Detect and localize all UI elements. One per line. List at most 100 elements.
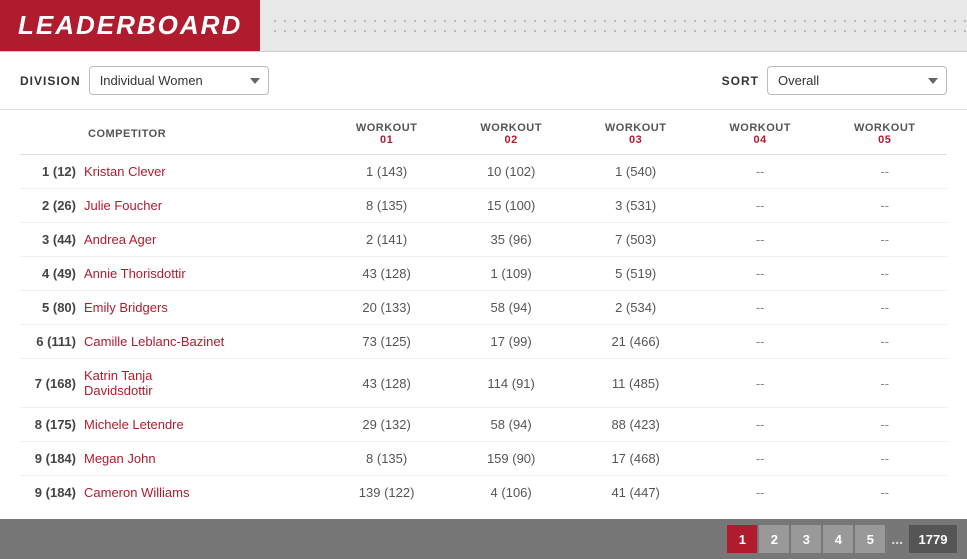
w03-cell: 2 (534) (573, 291, 698, 325)
division-select[interactable]: Individual Women Individual Men Team (89, 66, 269, 95)
w03-cell: 21 (466) (573, 325, 698, 359)
sort-label: SORT (722, 74, 759, 88)
w05-cell: -- (822, 325, 947, 359)
w03-cell: 3 (531) (573, 189, 698, 223)
th-w05: WORKOUT05 (822, 110, 947, 155)
w01-cell: 2 (141) (324, 223, 449, 257)
controls-bar: DIVISION Individual Women Individual Men… (0, 52, 967, 110)
th-w02: WORKOUT02 (449, 110, 574, 155)
rank-cell: 5 (80) (20, 291, 80, 325)
competitor-link[interactable]: Kristan Clever (84, 164, 166, 179)
pagination-dots: ... (887, 531, 907, 547)
w04-cell: -- (698, 442, 823, 476)
competitor-link[interactable]: Emily Bridgers (84, 300, 168, 315)
table-row: 8 (175)Michele Letendre29 (132)58 (94)88… (20, 408, 947, 442)
w01-cell: 8 (135) (324, 442, 449, 476)
w01-cell: 8 (135) (324, 189, 449, 223)
rank-cell: 4 (49) (20, 257, 80, 291)
w03-cell: 7 (503) (573, 223, 698, 257)
competitor-cell: Camille Leblanc-Bazinet (80, 325, 324, 359)
w02-cell: 4 (106) (449, 476, 574, 510)
page-btn-1[interactable]: 1 (727, 525, 757, 553)
competitor-cell: Julie Foucher (80, 189, 324, 223)
pagination-bar: 1 2 3 4 5 ... 1779 (0, 519, 967, 559)
competitor-link[interactable]: Katrin TanjaDavidsdottir (84, 368, 153, 398)
page-btn-5[interactable]: 5 (855, 525, 885, 553)
w04-cell: -- (698, 257, 823, 291)
competitor-link[interactable]: Andrea Ager (84, 232, 156, 247)
app-title: LEADERBOARD (0, 0, 260, 51)
competitor-cell: Katrin TanjaDavidsdottir (80, 359, 324, 408)
competitor-cell: Michele Letendre (80, 408, 324, 442)
w04-cell: -- (698, 189, 823, 223)
w05-cell: -- (822, 442, 947, 476)
w01-cell: 139 (122) (324, 476, 449, 510)
leaderboard-table: COMPETITOR WORKOUT01 WORKOUT02 WORKOUT03… (20, 110, 947, 509)
competitor-link[interactable]: Megan John (84, 451, 156, 466)
competitor-cell: Megan John (80, 442, 324, 476)
table-row: 4 (49) Annie Thorisdottir 43 (128)1 (109)5… (20, 257, 947, 291)
w01-cell: 43 (128) (324, 257, 449, 291)
rank-cell: 9 (184) (20, 442, 80, 476)
th-rank (20, 110, 80, 155)
rank-cell: 9 (184) (20, 476, 80, 510)
w04-cell: -- (698, 223, 823, 257)
competitor-link[interactable]: Julie Foucher (84, 198, 162, 213)
table-row: 2 (26)Julie Foucher8 (135)15 (100)3 (531… (20, 189, 947, 223)
w03-cell: 17 (468) (573, 442, 698, 476)
w01-cell: 29 (132) (324, 408, 449, 442)
competitor-cell: Annie Thorisdottir (80, 257, 324, 291)
competitor-link[interactable]: Cameron Williams (84, 485, 189, 500)
rank-cell: 7 (168) (20, 359, 80, 408)
sort-control: SORT Overall Workout 01 Workout 02 Worko… (722, 66, 947, 95)
header: LEADERBOARD (0, 0, 967, 52)
w05-cell: -- (822, 223, 947, 257)
page-btn-2[interactable]: 2 (759, 525, 789, 553)
w05-cell: -- (822, 155, 947, 189)
w04-cell: -- (698, 359, 823, 408)
w03-cell: 11 (485) (573, 359, 698, 408)
w02-cell: 58 (94) (449, 291, 574, 325)
w03-cell: 88 (423) (573, 408, 698, 442)
w02-cell: 10 (102) (449, 155, 574, 189)
w04-cell: -- (698, 291, 823, 325)
w03-cell: 41 (447) (573, 476, 698, 510)
table-row: 6 (111) Camille Leblanc-Bazinet 73 (125)17… (20, 325, 947, 359)
table-row: 7 (168)Katrin TanjaDavidsdottir43 (128)1… (20, 359, 947, 408)
w05-cell: -- (822, 476, 947, 510)
w02-cell: 114 (91) (449, 359, 574, 408)
page-btn-4[interactable]: 4 (823, 525, 853, 553)
w05-cell: -- (822, 257, 947, 291)
competitor-cell: Kristan Clever (80, 155, 324, 189)
w02-cell: 17 (99) (449, 325, 574, 359)
w04-cell: -- (698, 155, 823, 189)
w04-cell: -- (698, 325, 823, 359)
table-row: 1 (12)Kristan Clever1 (143)10 (102)1 (54… (20, 155, 947, 189)
rank-cell: 6 (111) (20, 325, 80, 359)
w02-cell: 159 (90) (449, 442, 574, 476)
table-row: 3 (44)Andrea Ager2 (141)35 (96)7 (503)--… (20, 223, 947, 257)
th-w03: WORKOUT03 (573, 110, 698, 155)
competitor-cell: Cameron Williams (80, 476, 324, 510)
w01-cell: 43 (128) (324, 359, 449, 408)
w01-cell: 20 (133) (324, 291, 449, 325)
page-btn-3[interactable]: 3 (791, 525, 821, 553)
table-row: 5 (80) Emily Bridgers 20 (133)58 (94)2 (53… (20, 291, 947, 325)
w02-cell: 58 (94) (449, 408, 574, 442)
competitor-link[interactable]: Michele Letendre (84, 417, 184, 432)
sort-select[interactable]: Overall Workout 01 Workout 02 Workout 03 (767, 66, 947, 95)
page-btn-last[interactable]: 1779 (909, 525, 957, 553)
competitor-link[interactable]: Camille Leblanc-Bazinet (84, 334, 224, 349)
rank-cell: 2 (26) (20, 189, 80, 223)
header-decoration (270, 16, 967, 36)
w03-cell: 5 (519) (573, 257, 698, 291)
w02-cell: 1 (109) (449, 257, 574, 291)
division-label: DIVISION (20, 74, 81, 88)
w01-cell: 1 (143) (324, 155, 449, 189)
competitor-link[interactable]: Annie Thorisdottir (84, 266, 186, 281)
w05-cell: -- (822, 189, 947, 223)
th-w01: WORKOUT01 (324, 110, 449, 155)
w01-cell: 73 (125) (324, 325, 449, 359)
rank-cell: 1 (12) (20, 155, 80, 189)
table-header-row: COMPETITOR WORKOUT01 WORKOUT02 WORKOUT03… (20, 110, 947, 155)
